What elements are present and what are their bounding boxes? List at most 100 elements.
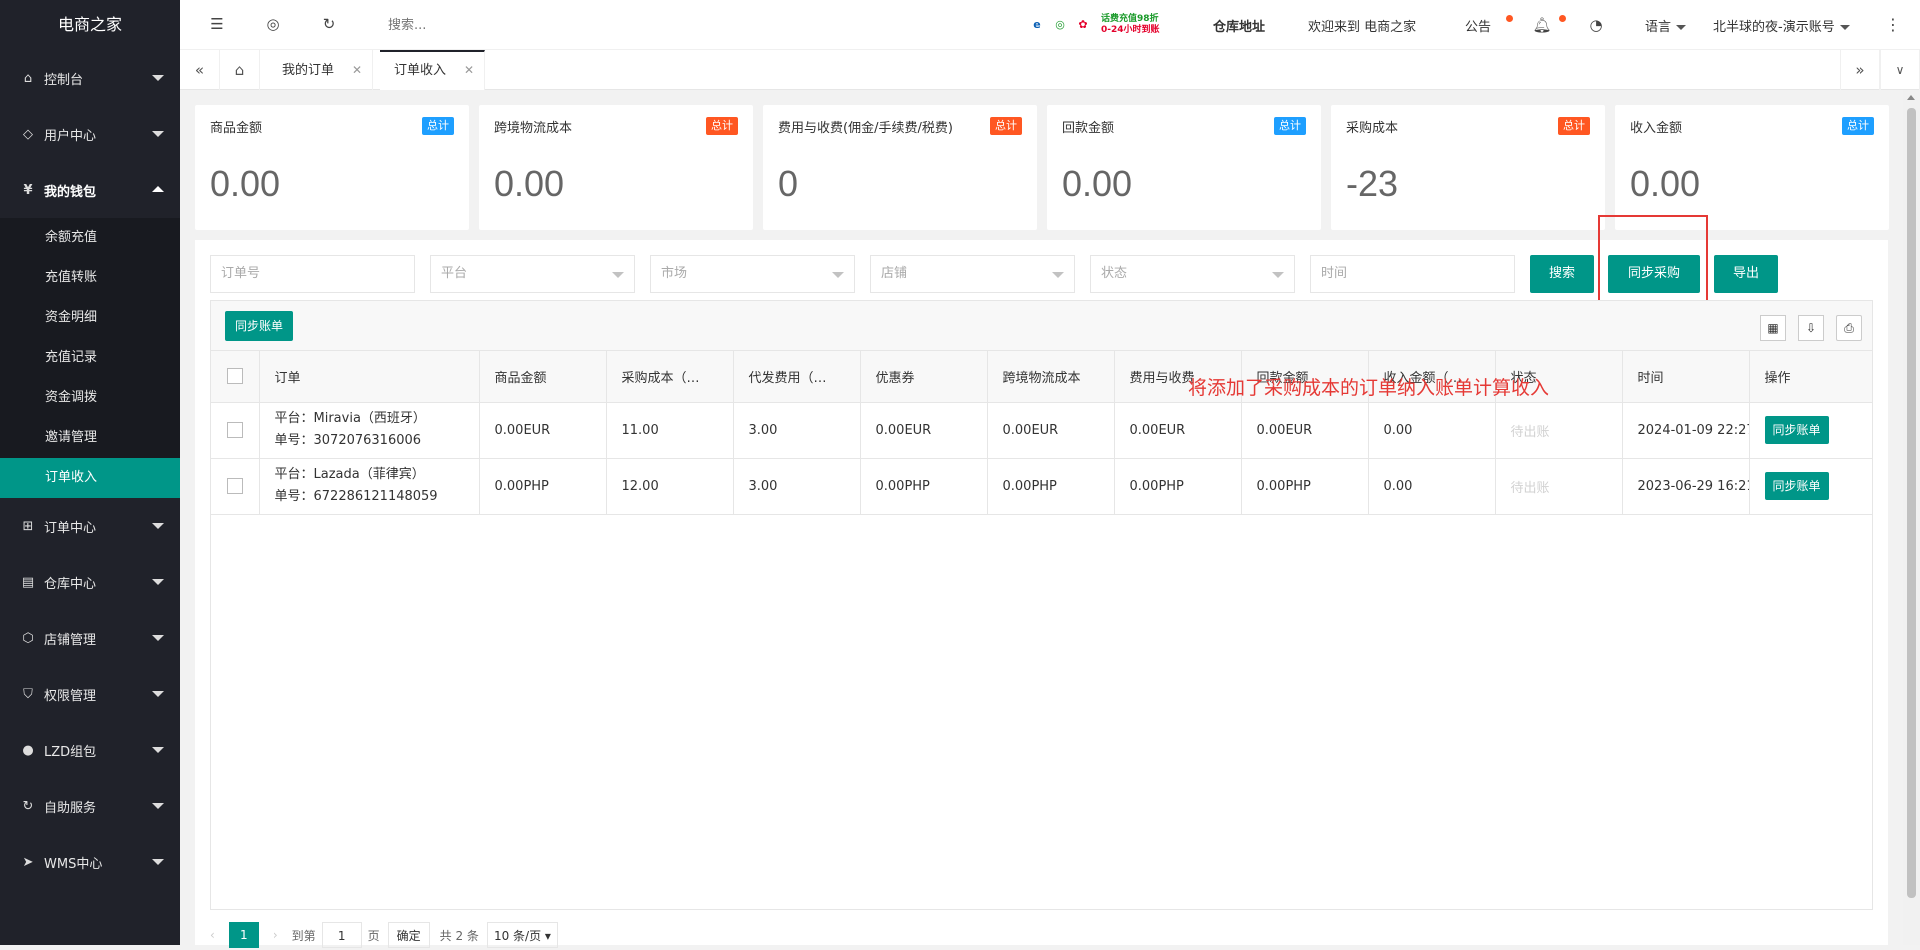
sidebar-item-label: WMS中心: [44, 856, 103, 872]
export-file-icon[interactable]: ⇩: [1798, 315, 1824, 341]
globe-icon[interactable]: ◎: [263, 15, 283, 35]
goto-confirm-button[interactable]: 确定: [387, 922, 430, 948]
sidebar-item-order-center[interactable]: ⊞ 订单中心: [0, 498, 180, 554]
goto-label: 到第: [291, 928, 316, 943]
bell-icon[interactable]: 🔔︎: [1532, 16, 1552, 36]
refresh-icon[interactable]: ↻: [319, 15, 339, 35]
sidebar-subitem-recharge-transfer[interactable]: 充值转账: [0, 258, 180, 298]
order-cell: 平台：Lazada（菲律宾） 单号：672286121148059: [259, 458, 480, 515]
chevron-down-icon: [152, 747, 164, 753]
tab-my-orders[interactable]: 我的订单 ✕: [260, 50, 374, 90]
current-page[interactable]: 1: [228, 922, 259, 948]
time-cell: 2024-01-09 22:27: [1622, 402, 1750, 459]
notice-badge-dot: [1506, 15, 1513, 22]
home-tab-icon[interactable]: ⌂: [220, 50, 260, 90]
top-header: ☰ ◎ ↻ e ◎ ✿ 话费充值98折 0-24小时到账 仓库地址 欢迎来到 电…: [180, 0, 1920, 50]
page-scrollbar[interactable]: [1903, 90, 1920, 945]
total-count: 共 2 条: [439, 928, 479, 943]
order-income-table: 同步账单 ▦ ⇩ ⎙ 订单 商品金额 采购成本（… 代发费用（… 优惠券 跨境物…: [210, 300, 1873, 910]
search-button[interactable]: 搜索: [1530, 255, 1594, 293]
yen-icon: ¥: [23, 182, 33, 198]
box-icon: ⬡: [22, 630, 34, 646]
close-icon[interactable]: ✕: [464, 63, 474, 77]
card-logistics-cost: 跨境物流成本 总计 0.00: [479, 105, 753, 230]
goto-page-input[interactable]: 1: [321, 922, 362, 948]
sidebar-item-lzd-package[interactable]: ● LZD组包: [0, 722, 180, 778]
order-cell: 平台：Miravia（西班牙） 单号：3072076316006: [259, 402, 480, 459]
tab-options-chevron-icon[interactable]: ∨: [1880, 50, 1920, 90]
account-name: 北半球的夜-演示账号: [1713, 20, 1835, 35]
app-logo[interactable]: 电商之家: [0, 0, 180, 50]
shop-select[interactable]: 店铺: [870, 255, 1075, 293]
sidebar-item-user-center[interactable]: ◇ 用户中心: [0, 106, 180, 162]
row-checkbox[interactable]: [226, 478, 243, 494]
card-badge: 总计: [1558, 117, 1590, 135]
payback-amount-cell: 0.00EUR: [1241, 402, 1369, 459]
sync-bill-button[interactable]: 同步账单: [225, 311, 294, 341]
card-title: 收入金额: [1630, 121, 1683, 136]
sidebar-subitem-order-income[interactable]: 订单收入: [0, 458, 180, 498]
status-select[interactable]: 状态: [1090, 255, 1295, 293]
page-size-select[interactable]: 10 条/页 ▾: [486, 922, 558, 948]
sidebar-subitem-recharge-records[interactable]: 充值记录: [0, 338, 180, 378]
next-page-icon[interactable]: ›: [273, 928, 278, 942]
notice-link[interactable]: 公告: [1465, 16, 1491, 35]
shop-select-label: 店铺: [881, 266, 908, 281]
page-size-label: 10 条/页: [493, 929, 542, 943]
scroll-up-arrow-icon[interactable]: [1907, 95, 1915, 100]
order-income-panel: 订单号 平台 市场 店铺 状态 时间 搜索 同步采购 导出 同步账单 ▦ ⇩ ⎙: [195, 215, 1888, 948]
columns-filter-icon[interactable]: ▦: [1760, 315, 1786, 341]
sidebar-subitem-fund-allocation[interactable]: 资金调拨: [0, 378, 180, 418]
sidebar-item-permissions[interactable]: ⛉ 权限管理: [0, 666, 180, 722]
row-checkbox[interactable]: [226, 422, 243, 438]
sidebar-item-wms-center[interactable]: ➤ WMS中心: [0, 834, 180, 890]
card-purchase-cost: 采购成本 总计 -23: [1331, 105, 1605, 230]
table-header-row: 订单 商品金额 采购成本（… 代发费用（… 优惠券 跨境物流成本 费用与收费 回…: [211, 351, 1873, 403]
circle-dot-icon: ●: [22, 742, 34, 758]
sidebar-item-dashboard[interactable]: ⌂ 控制台: [0, 50, 180, 106]
sidebar-subitem-balance-recharge[interactable]: 余额充值: [0, 218, 180, 258]
status-cell: 待出账: [1495, 402, 1623, 459]
scrollbar-thumb[interactable]: [1907, 108, 1916, 898]
account-dropdown[interactable]: 北半球的夜-演示账号: [1713, 16, 1850, 35]
scroll-tabs-right-icon[interactable]: »: [1840, 50, 1880, 90]
welcome-text: 欢迎来到 电商之家: [1308, 20, 1417, 35]
column-header: 订单: [259, 351, 480, 403]
china-mobile-icon: ◎: [1055, 18, 1065, 31]
select-all-checkbox[interactable]: [226, 368, 243, 385]
market-select[interactable]: 市场: [650, 255, 855, 293]
card-value: 0.00: [1630, 163, 1701, 204]
dropship-fee-cell: 3.00: [733, 458, 861, 515]
platform-select[interactable]: 平台: [430, 255, 635, 293]
more-vertical-icon[interactable]: ⋮: [1883, 15, 1903, 35]
warehouse-address-link[interactable]: 仓库地址: [1213, 16, 1265, 35]
theme-palette-icon[interactable]: ◔: [1586, 16, 1606, 36]
sidebar-subitem-invitations[interactable]: 邀请管理: [0, 418, 180, 458]
sidebar-item-self-service[interactable]: ↻ 自助服务: [0, 778, 180, 834]
prev-page-icon[interactable]: ‹: [210, 928, 215, 942]
order-no-input[interactable]: 订单号: [210, 255, 415, 293]
sidebar-item-label: 店铺管理: [44, 632, 97, 648]
scroll-tabs-left-icon[interactable]: «: [180, 50, 220, 90]
search-input[interactable]: [388, 15, 548, 35]
phone-recharge-promo[interactable]: e ◎ ✿ 话费充值98折 0-24小时到账: [1028, 10, 1159, 40]
print-icon[interactable]: ⎙: [1836, 315, 1862, 341]
row-sync-bill-button[interactable]: 同步账单: [1764, 416, 1829, 444]
sidebar-item-shop-management[interactable]: ⬡ 店铺管理: [0, 610, 180, 666]
column-header: 采购成本（…: [606, 351, 734, 403]
export-button[interactable]: 导出: [1714, 255, 1778, 293]
card-value: 0: [778, 163, 799, 204]
time-range-input[interactable]: 时间: [1310, 255, 1515, 293]
sidebar-item-label: 用户中心: [44, 128, 97, 144]
sidebar-item-label: 我的钱包: [44, 184, 97, 200]
header-select-all: [211, 351, 260, 403]
sidebar-item-warehouse-center[interactable]: ▤ 仓库中心: [0, 554, 180, 610]
menu-fold-icon[interactable]: ☰: [207, 15, 227, 35]
sidebar-item-label: 订单中心: [44, 520, 97, 536]
close-icon[interactable]: ✕: [352, 63, 362, 77]
row-sync-bill-button[interactable]: 同步账单: [1764, 472, 1829, 500]
sidebar-item-my-wallet[interactable]: ¥ 我的钱包: [0, 162, 180, 218]
tab-order-income[interactable]: 订单收入 ✕: [380, 50, 486, 90]
sidebar-subitem-fund-details[interactable]: 资金明细: [0, 298, 180, 338]
language-dropdown[interactable]: 语言: [1645, 16, 1687, 35]
